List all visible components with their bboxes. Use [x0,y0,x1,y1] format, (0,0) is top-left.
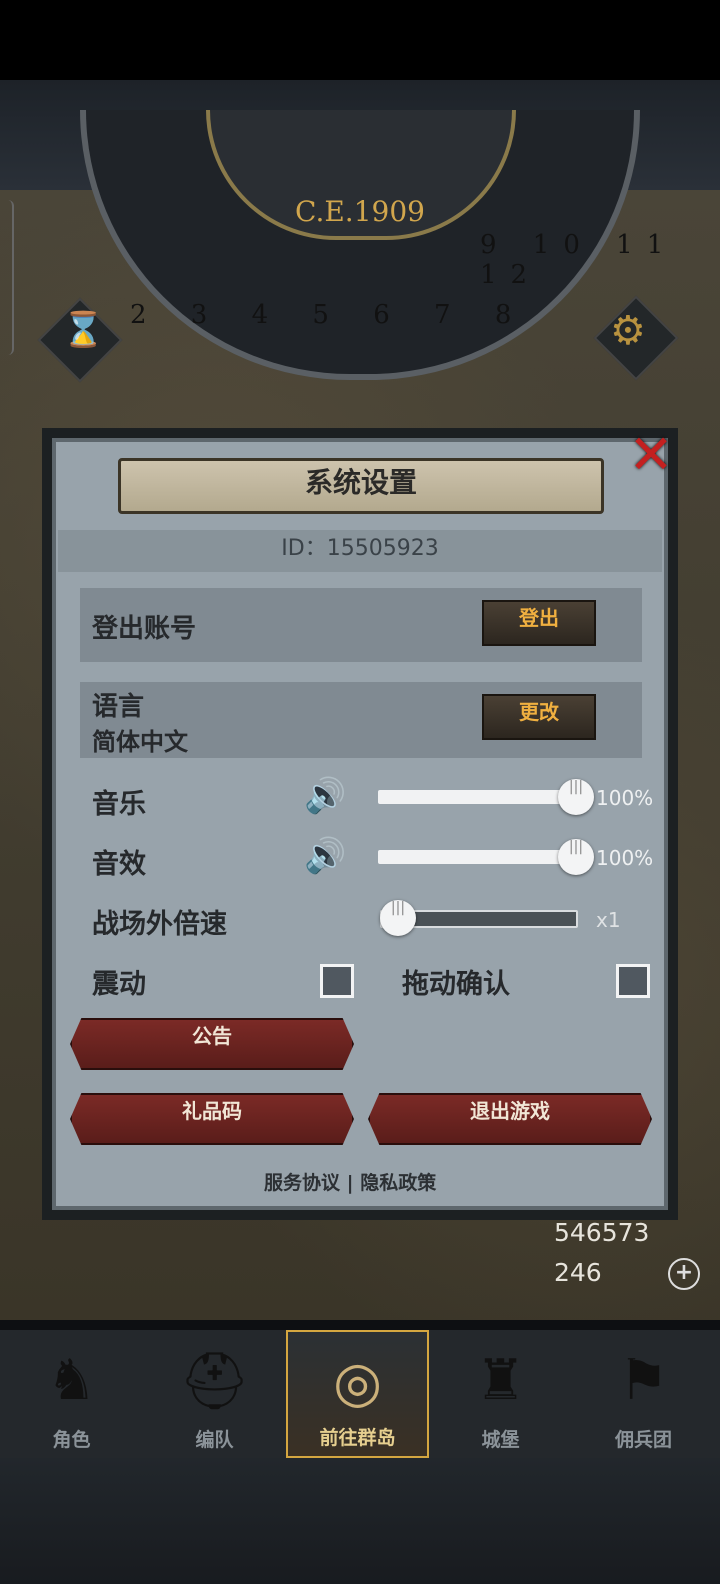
silver-amount: 546573 [554,1218,650,1247]
nav-item-team[interactable]: ⛑ 编队 [143,1330,286,1458]
drag-confirm-label: 拖动确认 [402,969,510,1000]
nav-item-mercenary[interactable]: ⚑ 佣兵团 [572,1330,715,1458]
hourglass-icon: ⌛ [62,310,105,350]
drag-confirm-checkbox[interactable] [616,964,650,998]
change-language-button[interactable]: 更改 [482,694,596,740]
link-separator: | [346,1172,354,1194]
sfx-slider[interactable] [378,850,578,864]
vibrate-label: 震动 [92,969,146,1000]
language-row: 语言 简体中文 更改 [80,682,642,758]
logout-row: 登出账号 登出 [80,588,642,662]
mercenary-icon: ⚑ [618,1348,669,1413]
bottom-nav: ♞ 角色 ⛑ 编队 ◎ 前往群岛 ♜ 城堡 ⚑ 佣兵团 [0,1330,720,1458]
dialog-title: 系统设置 [118,458,604,514]
gear-icon: ⚙ [610,308,646,354]
speed-value: x1 [596,908,621,932]
compass-icon: ◎ [333,1350,382,1415]
nav-item-label: 佣兵团 [614,1429,672,1451]
language-label: 语言 [92,692,145,722]
speed-label: 战场外倍速 [92,909,227,940]
knight-icon: ♞ [46,1348,97,1413]
year-label: C.E.1909 [295,195,425,228]
service-agreement-link[interactable]: 服务协议 [264,1172,340,1194]
castle-icon: ♜ [475,1348,526,1413]
sfx-label: 音效 [92,849,146,880]
player-id: ID：15505923 [58,530,662,572]
status-bar [0,0,720,80]
speed-slider-handle[interactable]: ||| [380,900,416,936]
speaker-icon[interactable]: 🔊 [304,776,346,816]
notice-button[interactable]: 公告 [70,1018,354,1070]
sfx-slider-handle[interactable]: ||| [558,839,594,875]
helmet-icon: ⛑ [178,1349,251,1414]
nav-item-role[interactable]: ♞ 角色 [0,1330,143,1458]
privacy-policy-link[interactable]: 隐私政策 [360,1172,436,1194]
dial-numbers: 2 3 4 5 6 7 8 [130,300,530,330]
exit-game-button[interactable]: 退出游戏 [368,1093,652,1145]
bottom-band [0,1458,720,1584]
speaker-icon[interactable]: 🔊 [304,836,346,876]
nav-item-label: 前往群岛 [319,1427,396,1449]
edge-handle [0,200,14,355]
nav-item-label: 城堡 [481,1429,520,1451]
logout-button[interactable]: 登出 [482,600,596,646]
close-icon[interactable]: ✕ [620,424,682,486]
sfx-percent: 100% [596,846,654,870]
nav-item-islands[interactable]: ◎ 前往群岛 [286,1330,429,1458]
dial-numbers-right: 9 10 11 12 [480,230,678,290]
music-percent: 100% [596,786,654,810]
add-resource-button[interactable]: + [668,1258,700,1290]
vibrate-checkbox[interactable] [320,964,354,998]
gift-code-button[interactable]: 礼品码 [70,1093,354,1145]
language-value: 简体中文 [92,728,188,756]
logout-label: 登出账号 [92,614,197,644]
music-slider-handle[interactable]: ||| [558,779,594,815]
music-slider[interactable] [378,790,578,804]
nav-item-castle[interactable]: ♜ 城堡 [429,1330,572,1458]
music-label: 音乐 [92,789,146,820]
nav-item-label: 编队 [195,1429,234,1451]
footer-links: 服务协议 | 隐私政策 [264,1168,436,1195]
crystal-amount: 246 [554,1258,602,1287]
nav-item-label: 角色 [52,1429,91,1451]
